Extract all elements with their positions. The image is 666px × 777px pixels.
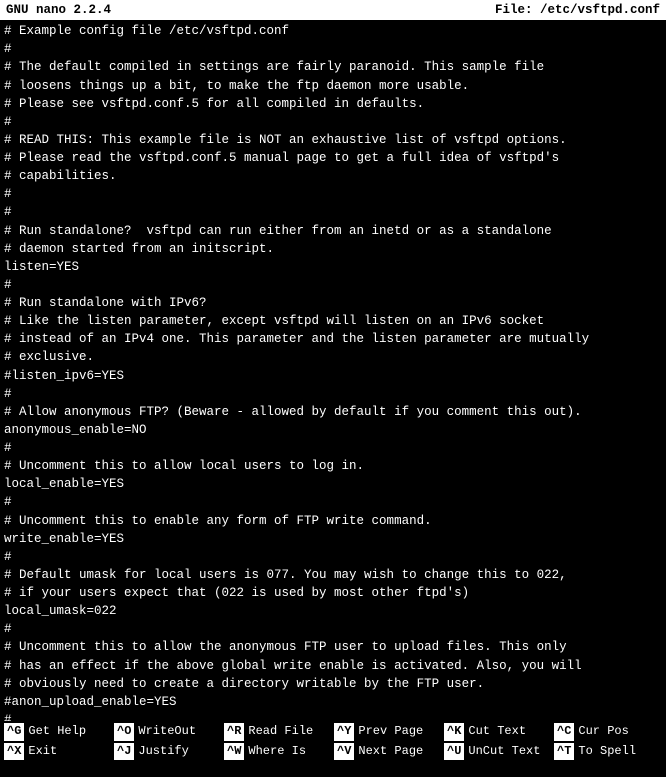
shortcut-item[interactable]: ^UUnCut Text (444, 743, 554, 760)
shortcut-key: ^Y (334, 723, 354, 740)
shortcut-label: Justify (134, 743, 188, 760)
shortcut-label: Exit (24, 743, 57, 760)
shortcut-key: ^V (334, 743, 354, 760)
shortcut-key: ^W (224, 743, 244, 760)
shortcut-item[interactable]: ^RRead File (224, 723, 334, 740)
file-title: File: /etc/vsftpd.conf (495, 1, 660, 19)
shortcut-item[interactable]: ^XExit (4, 743, 114, 760)
shortcut-label: Cur Pos (574, 723, 628, 740)
app-title: GNU nano 2.2.4 (6, 1, 111, 19)
shortcut-label: Read File (244, 723, 313, 740)
shortcut-item[interactable]: ^CCur Pos (554, 723, 664, 740)
shortcut-label: To Spell (574, 743, 636, 760)
content-area: # Example config file /etc/vsftpd.conf #… (0, 20, 666, 721)
shortcut-label: Cut Text (464, 723, 526, 740)
shortcut-item[interactable]: ^WWhere Is (224, 743, 334, 760)
shortcut-item[interactable]: ^KCut Text (444, 723, 554, 740)
shortcut-label: UnCut Text (464, 743, 540, 760)
shortcut-item[interactable]: ^TTo Spell (554, 743, 664, 760)
shortcut-key: ^C (554, 723, 574, 740)
shortcut-key: ^U (444, 743, 464, 760)
shortcut-item[interactable]: ^JJustify (114, 743, 224, 760)
status-bar: ^GGet Help^OWriteOut^RRead File^YPrev Pa… (0, 721, 666, 771)
shortcut-key: ^G (4, 723, 24, 740)
shortcut-label: Where Is (244, 743, 306, 760)
shortcut-key: ^T (554, 743, 574, 760)
shortcut-row-2: ^XExit^JJustify^WWhere Is^VNext Page^UUn… (4, 742, 662, 761)
shortcut-label: Prev Page (354, 723, 423, 740)
shortcut-item[interactable]: ^OWriteOut (114, 723, 224, 740)
shortcut-key: ^R (224, 723, 244, 740)
shortcut-row-1: ^GGet Help^OWriteOut^RRead File^YPrev Pa… (4, 722, 662, 741)
shortcut-key: ^X (4, 743, 24, 760)
title-bar: GNU nano 2.2.4 File: /etc/vsftpd.conf (0, 0, 666, 20)
shortcut-item[interactable]: ^GGet Help (4, 723, 114, 740)
file-content: # Example config file /etc/vsftpd.conf #… (4, 22, 662, 721)
shortcut-label: Get Help (24, 723, 86, 740)
shortcut-key: ^K (444, 723, 464, 740)
shortcut-key: ^J (114, 743, 134, 760)
shortcut-label: WriteOut (134, 723, 196, 740)
shortcut-item[interactable]: ^YPrev Page (334, 723, 444, 740)
shortcut-label: Next Page (354, 743, 423, 760)
shortcut-key: ^O (114, 723, 134, 740)
shortcut-item[interactable]: ^VNext Page (334, 743, 444, 760)
